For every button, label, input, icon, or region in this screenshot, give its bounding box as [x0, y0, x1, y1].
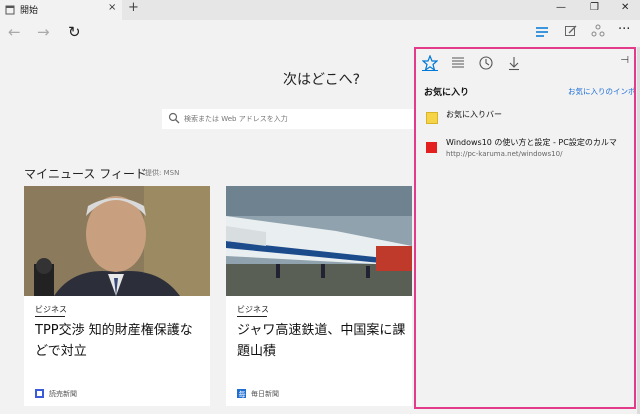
reading-list-icon[interactable] [450, 55, 466, 71]
minimize-button[interactable]: — [556, 2, 566, 13]
favorites-bar-folder[interactable]: お気に入りバー [424, 109, 624, 129]
category-underline [237, 316, 267, 317]
favorites-panel: ⊣ お気に入り お気に入りのインポート お気に入りバー Windows10 の使… [414, 47, 636, 409]
tab-start[interactable]: 開始 × [0, 0, 122, 20]
share-icon[interactable] [591, 24, 605, 38]
page-heading: 次はどこへ? [283, 72, 361, 88]
favorite-name: Windows10 の使い方と設定 - PC設定のカルマ [446, 138, 617, 147]
web-note-icon[interactable] [564, 24, 578, 38]
favorite-url: http://pc-karuma.net/windows10/ [446, 150, 563, 158]
site-favicon-icon [426, 142, 437, 153]
feed-title: マイニュース フィード [24, 167, 147, 181]
yomiuri-logo-icon [35, 389, 44, 398]
more-button[interactable]: ··· [618, 22, 630, 37]
search-icon [168, 112, 180, 124]
favorites-icon[interactable] [422, 55, 438, 71]
hub-icon[interactable] [534, 24, 550, 40]
title-bar: 開始 × + — ❐ ✕ [0, 0, 640, 20]
pin-icon[interactable]: ⊣ [620, 55, 629, 66]
news-photo [24, 186, 210, 296]
favorite-name: お気に入りバー [446, 110, 502, 119]
feed-provider: 提供: MSN [145, 169, 180, 177]
tab-title: 開始 [20, 6, 39, 16]
card-source: 読売新聞 [49, 390, 77, 398]
news-photo [226, 186, 412, 296]
history-icon[interactable] [478, 55, 494, 71]
tab-close-icon[interactable]: × [108, 2, 116, 13]
search-input[interactable] [184, 111, 424, 127]
card-category: ビジネス [35, 305, 67, 314]
mainichi-logo-icon: 毎 [237, 389, 246, 398]
folder-icon [426, 112, 438, 124]
back-button[interactable]: ← [8, 23, 21, 41]
news-card[interactable]: ビジネス ジャワ高速鉄道、中国案に課題山積 毎 毎日新聞 [226, 186, 412, 406]
forward-button[interactable]: → [37, 23, 50, 41]
card-headline[interactable]: ジャワ高速鉄道、中国案に課題山積 [237, 320, 407, 362]
navigation-bar: ← → ↻ ··· [0, 20, 640, 46]
close-window-button[interactable]: ✕ [621, 2, 629, 13]
card-headline[interactable]: TPP交渉 知的財産権保護などで対立 [35, 320, 205, 362]
refresh-button[interactable]: ↻ [68, 23, 81, 41]
import-favorites-link[interactable]: お気に入りのインポート [568, 86, 634, 97]
new-tab-button[interactable]: + [128, 0, 139, 15]
restore-button[interactable]: ❐ [590, 2, 599, 13]
news-card[interactable]: ビジネス TPP交渉 知的財産権保護などで対立 読売新聞 [24, 186, 210, 406]
search-box[interactable] [162, 109, 438, 129]
svg-text:毎: 毎 [239, 390, 246, 399]
edge-page-icon [5, 5, 15, 15]
panel-heading: お気に入り [424, 88, 470, 98]
card-category: ビジネス [237, 305, 269, 314]
favorite-item[interactable]: Windows10 の使い方と設定 - PC設定のカルマ http://pc-k… [424, 137, 624, 167]
category-underline [35, 316, 65, 317]
card-source: 毎日新聞 [251, 390, 279, 398]
downloads-icon[interactable] [506, 55, 522, 71]
